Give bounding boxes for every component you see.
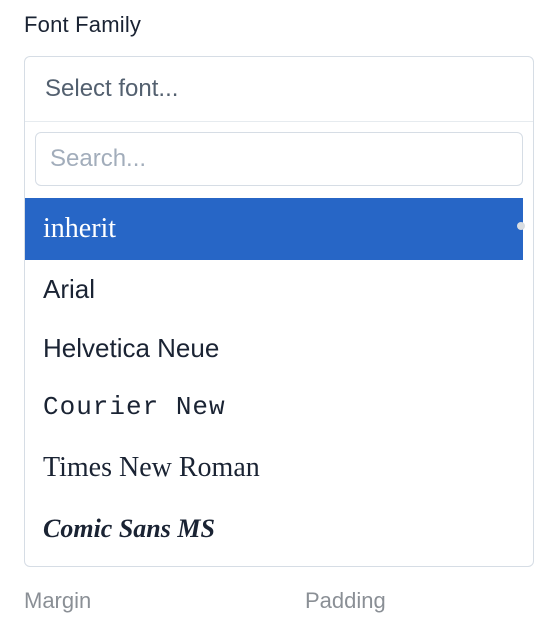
option-times-new-roman[interactable]: Times New Roman	[35, 437, 523, 499]
select-trigger[interactable]: Select font...	[25, 57, 533, 122]
bg-margin-label: Margin	[24, 588, 253, 614]
field-label: Font Family	[24, 12, 534, 38]
option-helvetica-neue[interactable]: Helvetica Neue	[35, 319, 523, 378]
background-labels: Margin Padding	[24, 588, 534, 614]
option-arial[interactable]: Arial	[35, 260, 523, 319]
option-inherit[interactable]: inherit	[25, 198, 523, 260]
option-comic-sans[interactable]: Comic Sans MS	[35, 499, 523, 558]
dropdown-panel: inherit Arial Helvetica Neue Courier New…	[25, 122, 533, 566]
options-list: inherit Arial Helvetica Neue Courier New…	[35, 198, 523, 558]
bg-padding-label: Padding	[253, 588, 534, 614]
option-courier-new[interactable]: Courier New	[35, 378, 523, 437]
scroll-indicator	[517, 222, 525, 230]
font-family-select: Select font... inherit Arial Helvetica N…	[24, 56, 534, 567]
search-input[interactable]	[35, 132, 523, 186]
